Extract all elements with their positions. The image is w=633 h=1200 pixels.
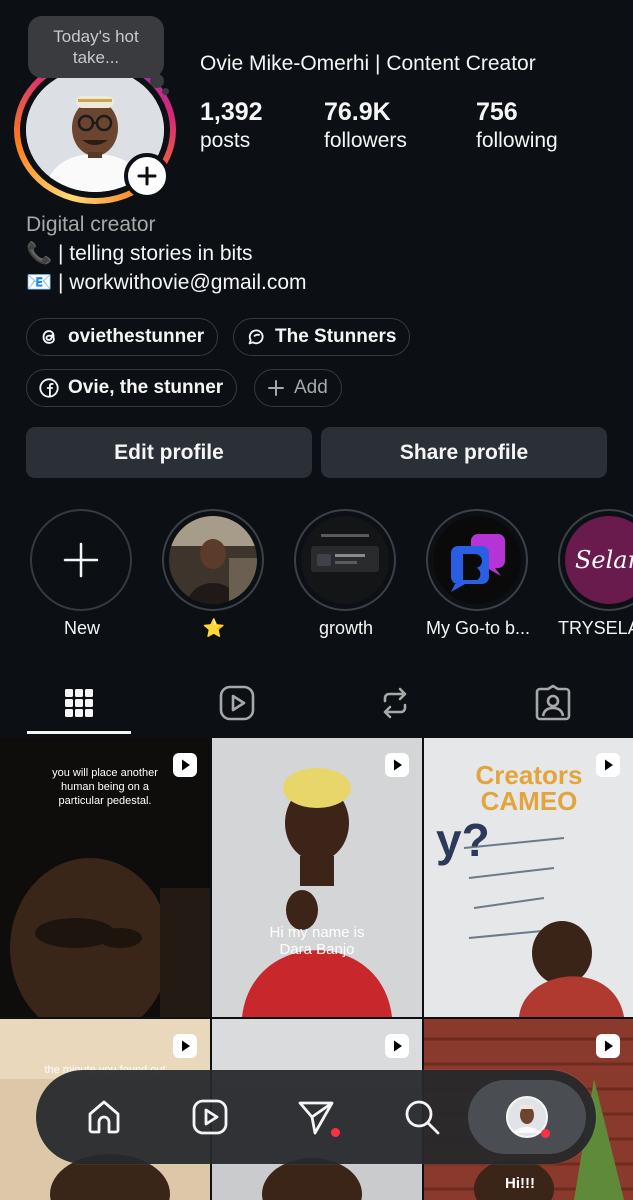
post-tile-2[interactable]: Hi my name is Dara Banjo [212, 738, 422, 1017]
post-tile-3[interactable]: y? Creators CAMEO [424, 738, 633, 1017]
highlight-label: TRYSELA [558, 618, 633, 638]
highlight-go-to[interactable]: My Go-to b... [426, 509, 530, 639]
reel-indicator-icon [173, 753, 197, 777]
plus-icon [137, 166, 157, 186]
highlight-cover [169, 516, 257, 604]
post-tile-1[interactable]: you will place another human being on a … [0, 738, 210, 1017]
active-tab-indicator [27, 731, 131, 734]
highlight-new-circle [30, 509, 132, 611]
note-bubble-tail [150, 74, 164, 88]
highlight-circle [294, 509, 396, 611]
highlight-label: ⭐️ [202, 618, 226, 638]
facebook-link-label: Ovie, the stunner [68, 377, 224, 398]
stat-following-label: following [476, 129, 558, 152]
reel-indicator-icon [596, 753, 620, 777]
note-text: Today's hot take... [53, 27, 139, 67]
bio-line-email: 📧 | workwithovie@gmail.com [26, 271, 307, 294]
add-link-chip[interactable]: Add [254, 369, 342, 407]
stat-following[interactable]: 756 following [476, 98, 558, 154]
tagged-person-icon [535, 684, 571, 721]
facebook-icon [39, 378, 59, 398]
repost-icon [383, 687, 407, 719]
highlight-label: My Go-to b... [426, 618, 530, 638]
post-caption: you will place another human being on a … [52, 767, 158, 807]
highlight-circle: Selan [558, 509, 633, 611]
home-icon [88, 1100, 120, 1134]
channel-link-label: The Stunners [275, 326, 397, 347]
highlight-label: New [63, 618, 100, 638]
add-link-label: Add [294, 377, 328, 398]
post-thumbnail [212, 738, 422, 1017]
reels-icon [192, 1099, 228, 1135]
highlight-cover [433, 516, 521, 604]
highlight-label: growth [318, 618, 374, 638]
stat-posts-label: posts [200, 129, 251, 152]
nav-home[interactable] [80, 1093, 128, 1141]
nav-search[interactable] [398, 1093, 446, 1141]
threads-icon [42, 330, 55, 344]
profile-bio: Digital creator 📞 | telling stories in b… [26, 210, 307, 297]
nav-reels[interactable] [186, 1093, 234, 1141]
bottom-nav-bar [36, 1070, 596, 1164]
highlight-trysela[interactable]: Selan TRYSELA [558, 509, 633, 639]
stat-followers-label: followers [324, 129, 407, 152]
reels-icon [219, 685, 255, 721]
note-bubble-tail-dot [162, 88, 169, 95]
search-icon [405, 1100, 440, 1135]
highlight-logo-text: Selan [574, 546, 633, 574]
profile-name: Ovie Mike-Omerhi | Content Creator [200, 52, 536, 75]
reel-indicator-icon [173, 1034, 197, 1058]
share-profile-button[interactable]: Share profile [321, 427, 607, 478]
highlight-cover [301, 516, 389, 604]
add-story-button[interactable] [124, 153, 170, 199]
stat-following-count: 756 [476, 98, 518, 126]
profile-notification-dot [541, 1129, 550, 1138]
plus-icon [268, 380, 284, 396]
highlight-star[interactable]: ⭐️ [162, 509, 266, 639]
nav-profile[interactable] [503, 1093, 551, 1141]
plus-icon [63, 542, 99, 578]
post-caption: Hi!!! [505, 1175, 535, 1192]
highlight-cover-image [169, 516, 257, 604]
grid-icon [65, 689, 93, 717]
direct-message-icon [298, 1101, 334, 1135]
highlight-cover: Selan [565, 516, 633, 604]
facebook-link-chip[interactable]: Ovie, the stunner [26, 369, 238, 407]
stat-followers-count: 76.9K [324, 98, 391, 126]
note-bubble[interactable]: Today's hot take... [28, 16, 164, 78]
svg-text:y?: y? [436, 814, 490, 866]
bio-line-phone: 📞 | telling stories in bits [26, 242, 253, 265]
highlight-growth[interactable]: growth [294, 509, 398, 639]
reel-indicator-icon [596, 1034, 620, 1058]
highlight-new[interactable]: New [30, 509, 134, 639]
tab-posts-grid[interactable] [49, 678, 109, 728]
edit-profile-button[interactable]: Edit profile [26, 427, 312, 478]
tab-reels[interactable] [207, 678, 267, 728]
messages-notification-dot [331, 1128, 340, 1137]
stat-posts-count: 1,392 [200, 98, 263, 126]
broadcast-channel-icon [248, 329, 264, 345]
stat-followers[interactable]: 76.9K followers [324, 98, 407, 154]
highlight-circle [162, 509, 264, 611]
threads-link-label: oviethestunner [68, 326, 205, 347]
email-emoji: 📧 [26, 271, 53, 294]
highlight-cover-image [301, 516, 389, 604]
profile-category: Digital creator [26, 213, 156, 236]
post-caption: Creators CAMEO [475, 760, 583, 816]
phone-emoji: 📞 [26, 242, 53, 265]
channel-link-chip[interactable]: The Stunners [233, 318, 411, 356]
tab-tagged[interactable] [523, 678, 583, 728]
highlight-cover-image [433, 516, 521, 604]
reel-indicator-icon [385, 753, 409, 777]
post-caption: Hi my name is Dara Banjo [269, 924, 365, 958]
nav-messages[interactable] [292, 1093, 340, 1141]
highlight-circle [426, 509, 528, 611]
tab-reposts[interactable] [365, 678, 425, 728]
threads-link-chip[interactable]: oviethestunner [26, 318, 219, 356]
reel-indicator-icon [385, 1034, 409, 1058]
stat-posts[interactable]: 1,392 posts [200, 98, 263, 154]
